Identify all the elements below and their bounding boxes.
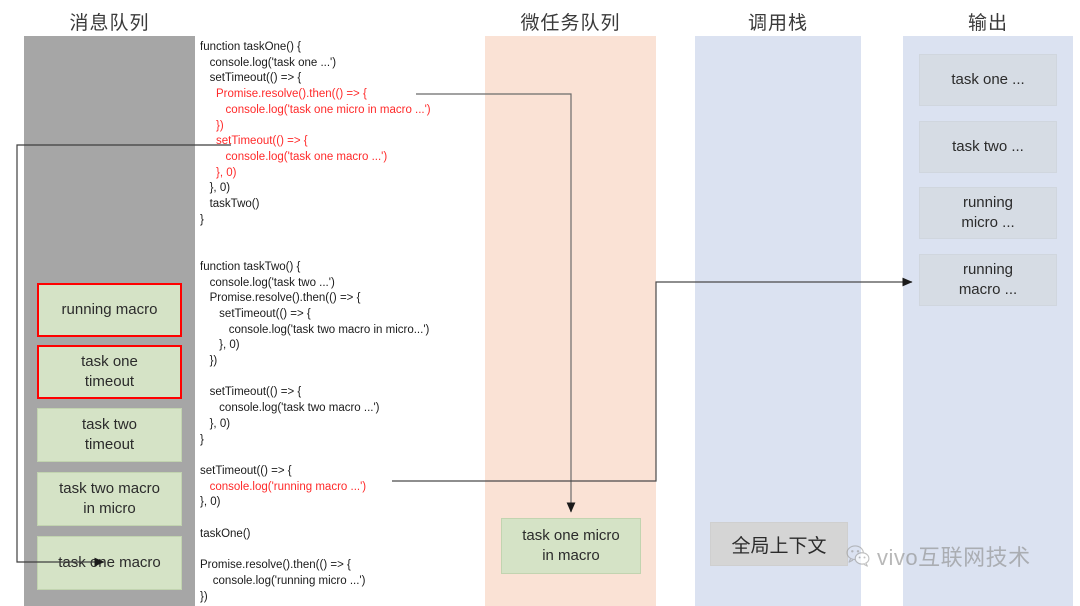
microtask-queue-item-task-one-micro-in-macro: task one micro in macro <box>501 518 641 574</box>
code-line: console.log('running micro ...') <box>200 574 366 587</box>
column-title-microtask-queue: 微任务队列 <box>520 13 621 34</box>
code-line: } <box>200 213 204 226</box>
code-line: console.log('task two macro ...') <box>200 402 380 415</box>
code-line: console.log('task two ...') <box>200 276 335 289</box>
wechat-icon <box>846 545 870 567</box>
code-line: taskTwo() <box>200 198 260 211</box>
code-line: }, 0) <box>200 417 231 430</box>
code-line: }, 0) <box>200 496 221 509</box>
code-line: }) <box>200 590 208 603</box>
code-line: console.log('running macro ...') <box>200 480 367 493</box>
message-queue-item-task-two-timeout: task two timeout <box>37 408 182 462</box>
column-title-output: 输出 <box>967 13 1008 34</box>
message-queue-item-task-one-macro: task one macro <box>37 536 182 590</box>
code-line: console.log('task one ...') <box>200 56 337 69</box>
code-line: }) <box>200 119 224 132</box>
code-line: }, 0) <box>200 182 231 195</box>
watermark: vivo互联网技术 <box>845 540 1031 572</box>
code-line: function taskTwo() { <box>200 260 301 273</box>
code-line: }, 0) <box>200 339 240 352</box>
code-line: setTimeout(() => { <box>200 72 302 85</box>
output-item-running-micro: running micro ... <box>919 187 1057 239</box>
message-queue-item-running-macro: running macro <box>37 283 182 337</box>
message-queue-item-task-one-timeout: task one timeout <box>37 345 182 399</box>
output-item-running-macro: running macro ... <box>919 254 1057 306</box>
watermark-text: vivo互联网技术 <box>877 545 1031 570</box>
output-item-task-two: task two ... <box>919 121 1057 173</box>
code-line: Promise.resolve().then(() => { <box>200 88 367 101</box>
code-line: console.log('task one micro in macro ...… <box>200 103 431 116</box>
code-line: Promise.resolve().then(() => { <box>200 292 361 305</box>
call-stack-column <box>695 36 861 606</box>
code-line: setTimeout(() => { <box>200 135 308 148</box>
code-listing: function taskOne() { console.log('task o… <box>200 40 485 605</box>
code-line: taskOne() <box>200 527 251 540</box>
output-item-task-one: task one ... <box>919 54 1057 106</box>
message-queue-item-task-two-macro-in-micro: task two macro in micro <box>37 472 182 526</box>
code-line: setTimeout(() => { <box>200 386 302 399</box>
column-title-call-stack: 调用栈 <box>747 13 808 34</box>
code-line: setTimeout(() => { <box>200 307 311 320</box>
code-line: }, 0) <box>200 166 237 179</box>
code-line: console.log('task two macro in micro...'… <box>200 323 430 336</box>
code-line: }) <box>200 355 218 368</box>
call-stack-item-global-context: 全局上下文 <box>710 522 848 566</box>
code-line: setTimeout(() => { <box>200 464 292 477</box>
code-line: console.log('task one macro ...') <box>200 150 388 163</box>
code-line: } <box>200 433 204 446</box>
code-line: function taskOne() { <box>200 41 301 53</box>
code-line: Promise.resolve().then(() => { <box>200 559 351 572</box>
column-title-message-queue: 消息队列 <box>69 13 150 34</box>
